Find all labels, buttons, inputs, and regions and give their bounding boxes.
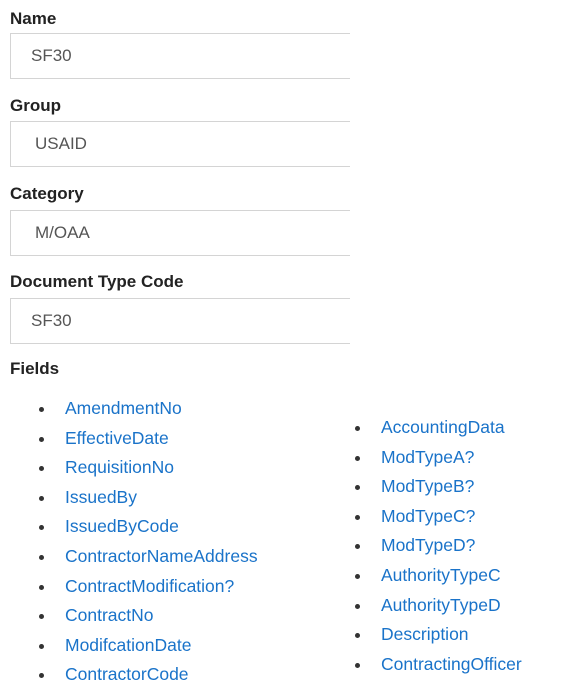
document-type-code-input[interactable]: SF30 — [10, 298, 350, 344]
field-list-item: ModTypeB? — [351, 472, 522, 502]
field-link[interactable]: Description — [381, 624, 469, 644]
bullet-icon — [39, 614, 44, 620]
bullet-icon — [39, 525, 44, 531]
bullet-icon — [355, 633, 360, 639]
field-list-item: ContractingOfficer — [351, 650, 522, 680]
bullet-icon — [355, 455, 360, 461]
field-list-item: EffectiveDate — [35, 424, 258, 454]
field-link[interactable]: ContractModification? — [65, 576, 234, 596]
fields-list-right: AccountingData ModTypeA? ModTypeB? ModTypeC… — [351, 413, 522, 679]
field-list-item: ModTypeC? — [351, 502, 522, 532]
bullet-icon — [355, 544, 360, 550]
field-list-item: ModTypeA? — [351, 443, 522, 473]
field-link[interactable]: ModifcationDate — [65, 635, 191, 655]
field-link[interactable]: AuthorityTypeD — [381, 595, 501, 615]
field-link[interactable]: ContractorCode — [65, 664, 189, 684]
field-link[interactable]: ContractorNameAddress — [65, 546, 258, 566]
bullet-icon — [355, 573, 360, 579]
bullet-icon — [39, 466, 44, 472]
bullet-icon — [39, 554, 44, 560]
field-link[interactable]: RequisitionNo — [65, 457, 174, 477]
bullet-icon — [39, 584, 44, 590]
name-label: Name — [10, 9, 57, 28]
field-link[interactable]: AmendmentNo — [65, 398, 182, 418]
field-list-item: Description — [351, 620, 522, 650]
field-link[interactable]: ModTypeC? — [381, 506, 475, 526]
bullet-icon — [355, 662, 360, 668]
field-list-item: AccountingData — [351, 413, 522, 443]
field-list-item: ContractorCode — [35, 660, 258, 690]
field-link[interactable]: ContractingOfficer — [381, 654, 522, 674]
bullet-icon — [39, 673, 44, 679]
field-link[interactable]: AccountingData — [381, 417, 505, 437]
field-list-item: AuthorityTypeD — [351, 591, 522, 621]
field-list-item: ContractorNameAddress — [35, 542, 258, 572]
fields-list-left: AmendmentNo EffectiveDate RequisitionNo Iss… — [35, 394, 258, 690]
name-input[interactable]: SF30 — [10, 33, 350, 79]
field-link[interactable]: ModTypeA? — [381, 447, 474, 467]
category-label: Category — [10, 184, 84, 203]
field-list-item: ContractNo — [35, 601, 258, 631]
category-input[interactable]: M/OAA — [10, 210, 350, 256]
bullet-icon — [39, 495, 44, 501]
field-link[interactable]: ContractNo — [65, 605, 154, 625]
fields-label: Fields — [10, 359, 60, 378]
bullet-icon — [39, 643, 44, 649]
bullet-icon — [355, 603, 360, 609]
field-list-item: RequisitionNo — [35, 453, 258, 483]
field-list-item: AmendmentNo — [35, 394, 258, 424]
group-input[interactable]: USAID — [10, 121, 350, 167]
field-list-item: AuthorityTypeC — [351, 561, 522, 591]
field-link[interactable]: AuthorityTypeC — [381, 565, 501, 585]
bullet-icon — [39, 407, 44, 412]
field-link[interactable]: ModTypeD? — [381, 535, 475, 555]
field-list-item: ModifcationDate — [35, 631, 258, 661]
field-link[interactable]: IssuedByCode — [65, 516, 179, 536]
field-list-item: IssuedBy — [35, 483, 258, 513]
document-type-code-label: Document Type Code — [10, 272, 184, 291]
field-list-item: IssuedByCode — [35, 512, 258, 542]
group-label: Group — [10, 96, 61, 115]
field-link[interactable]: ModTypeB? — [381, 476, 474, 496]
bullet-icon — [355, 514, 360, 520]
bullet-icon — [355, 485, 360, 491]
field-list-item: ContractModification? — [35, 572, 258, 602]
bullet-icon — [355, 426, 360, 431]
field-link[interactable]: EffectiveDate — [65, 428, 169, 448]
field-link[interactable]: IssuedBy — [65, 487, 137, 507]
bullet-icon — [39, 436, 44, 442]
field-list-item: ModTypeD? — [351, 531, 522, 561]
